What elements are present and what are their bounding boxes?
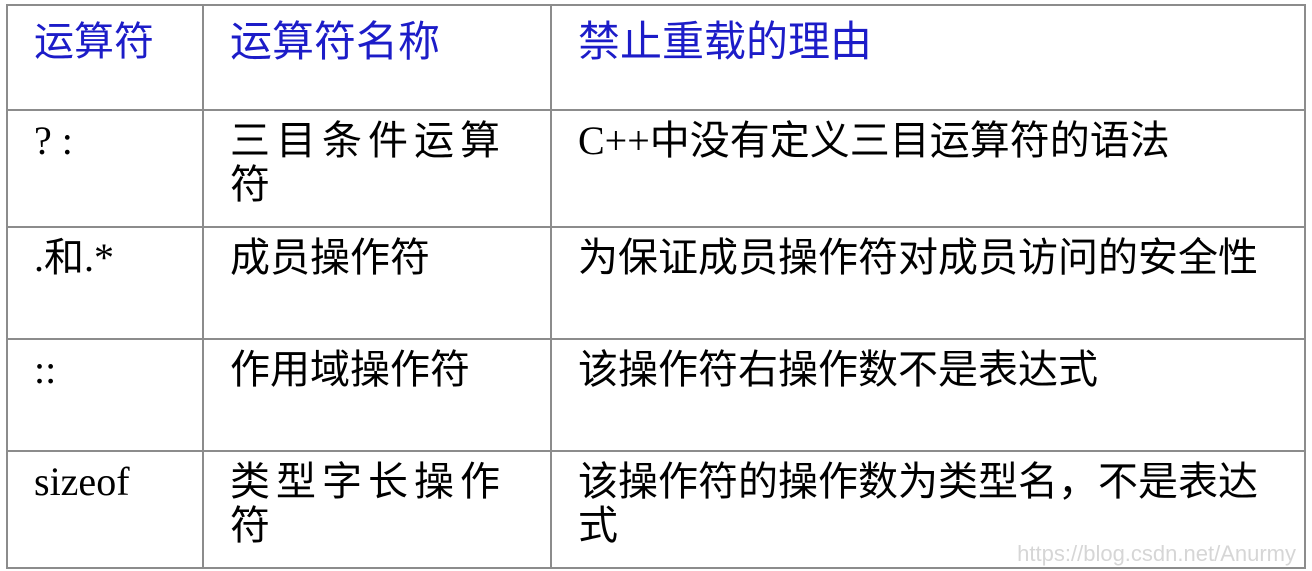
- watermark: https://blog.csdn.net/Anurmy: [1017, 541, 1296, 566]
- cell-name: 成员操作符: [202, 226, 552, 340]
- table-header-row: 运算符 运算符名称 禁止重载的理由: [6, 4, 1306, 111]
- cell-reason: C++中没有定义三目运算符的语法: [550, 109, 1306, 228]
- cell-name: 作用域操作符: [202, 338, 552, 452]
- header-name: 运算符名称: [202, 4, 552, 111]
- cell-operator: .和.*: [6, 226, 204, 340]
- header-operator: 运算符: [6, 4, 204, 111]
- cell-name: 三目条件运算符: [202, 109, 552, 228]
- cell-reason: 为保证成员操作符对成员访问的安全性: [550, 226, 1306, 340]
- header-reason: 禁止重载的理由: [550, 4, 1306, 111]
- cell-operator: sizeof: [6, 450, 204, 569]
- cell-reason: 该操作符右操作数不是表达式: [550, 338, 1306, 452]
- table-row: :: 作用域操作符 该操作符右操作数不是表达式: [6, 338, 1306, 452]
- cell-name: 类型字长操作符: [202, 450, 552, 569]
- table-row: .和.* 成员操作符 为保证成员操作符对成员访问的安全性: [6, 226, 1306, 340]
- page: 运算符 运算符名称 禁止重载的理由 ? : 三目条件运算符 C++中没有定义三目…: [0, 0, 1312, 571]
- cell-operator: ::: [6, 338, 204, 452]
- cell-operator: ? :: [6, 109, 204, 228]
- operator-table: 运算符 运算符名称 禁止重载的理由 ? : 三目条件运算符 C++中没有定义三目…: [6, 4, 1306, 569]
- table-row: ? : 三目条件运算符 C++中没有定义三目运算符的语法: [6, 109, 1306, 228]
